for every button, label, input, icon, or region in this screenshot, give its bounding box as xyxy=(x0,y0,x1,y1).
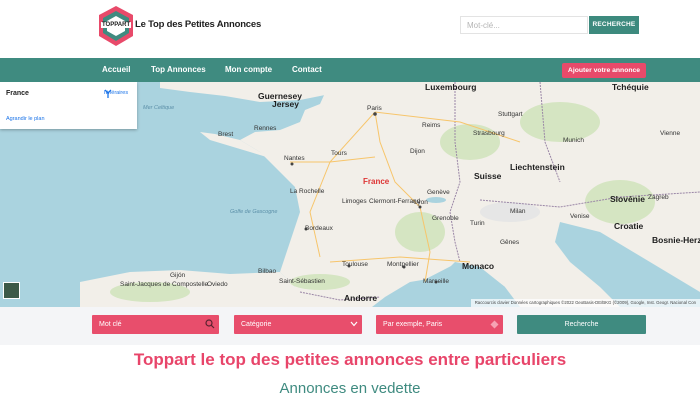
category-placeholder: Catégorie xyxy=(241,321,272,328)
enlarge-map-link[interactable]: Agrandir le plan xyxy=(6,116,45,122)
map-label-nantes: Nantes xyxy=(284,155,305,162)
map-label-toulouse: Toulouse xyxy=(342,261,369,268)
keyword-placeholder: Mot clé xyxy=(99,321,122,328)
map-label-france: France xyxy=(363,177,390,186)
map-label-tours: Tours xyxy=(331,150,347,157)
map-label-reims: Reims xyxy=(422,122,441,129)
page: TOPPART Le Top des Petites Annonces Mot-… xyxy=(0,0,700,400)
map-attribution: Raccourcis clavier Données cartographiqu… xyxy=(470,299,700,307)
nav-item-contact[interactable]: Contact xyxy=(292,65,322,74)
map-label-paris: Paris xyxy=(367,105,382,112)
map-label-milan: Milan xyxy=(510,208,526,215)
logo-badge: TOPPART xyxy=(101,22,132,28)
main-nav: Accueil Top Annonces Mon compte Contact … xyxy=(0,58,700,82)
search-submit-button[interactable]: Recherche xyxy=(517,315,646,334)
map-label-mer-celtique: Mer Celtique xyxy=(143,105,175,111)
map-label-gijon: Gijón xyxy=(170,272,186,279)
map-label-golfe: Golfe de Gascogne xyxy=(230,209,278,215)
map-label-bosnie: Bosnie-Herz xyxy=(652,235,700,245)
nav-item-accueil[interactable]: Accueil xyxy=(102,65,130,74)
map-label-montpellier: Montpellier xyxy=(387,261,419,268)
map-label-jersey: Jersey xyxy=(272,99,299,109)
map-label-limoges: Limoges xyxy=(342,198,367,205)
directions-button[interactable]: Itinéraires xyxy=(103,89,129,98)
map-label-andorre: Andorre xyxy=(344,293,378,303)
map-label-la-rochelle: La Rochelle xyxy=(290,188,325,195)
chevron-down-icon xyxy=(350,321,358,327)
logo-text: Le Top des Petites Annonces xyxy=(135,19,262,30)
map-label-monaco: Monaco xyxy=(462,261,495,271)
map-label-bilbao: Bilbao xyxy=(258,268,277,275)
map-label-santiago: Saint-Jacques de Compostelle xyxy=(120,281,209,288)
map-info-card: France Itinéraires Agrandir le plan xyxy=(0,82,137,129)
search-icon xyxy=(205,319,215,329)
header-search-button[interactable]: RECHERCHE xyxy=(589,16,639,34)
map-label-geneve: Genève xyxy=(427,189,450,196)
map-label-croatie: Croatie xyxy=(614,221,644,231)
satellite-toggle[interactable] xyxy=(3,282,20,299)
map-label-san-sebastian: Saint-Sébastien xyxy=(279,278,325,285)
nav-item-mon-compte[interactable]: Mon compte xyxy=(225,65,272,74)
map-label-stuttgart: Stuttgart xyxy=(498,111,523,118)
map-label-lyon: Lyon xyxy=(414,199,428,206)
map-label-liechtenstein: Liechtenstein xyxy=(510,162,565,172)
location-placeholder: Par exemple, Paris xyxy=(383,321,443,328)
map-label-tcheque: Tchéquie xyxy=(612,82,649,92)
nav-item-top-annonces[interactable]: Top Annonces xyxy=(151,65,206,74)
map-embed[interactable]: Mer Celtique Guernesey Jersey Paris Luxe… xyxy=(0,82,700,307)
map-label-grenoble: Grenoble xyxy=(432,215,459,222)
map-label-marseille: Marseille xyxy=(423,278,450,285)
map-label-turin: Turin xyxy=(470,220,485,227)
add-listing-button[interactable]: Ajouter votre annonce xyxy=(562,63,646,78)
featured-heading: Annonces en vedette xyxy=(279,380,421,397)
page-title: Toppart le top des petites annonces entr… xyxy=(133,350,567,369)
map-label-genes: Gênes xyxy=(500,239,520,246)
keyword-input[interactable]: Mot clé xyxy=(92,315,219,334)
map-label-zagreb: Zagreb xyxy=(648,194,669,201)
site-logo[interactable]: TOPPART Le Top des Petites Annonces xyxy=(98,5,261,47)
map-label-munich: Munich xyxy=(563,137,584,144)
map-label-oviedo: Oviedo xyxy=(207,281,228,288)
map-label-dijon: Dijon xyxy=(410,148,425,155)
map-label-slovenie: Slovénie xyxy=(610,194,645,204)
category-select[interactable]: Catégorie xyxy=(234,315,362,334)
map-label-bordeaux: Bordeaux xyxy=(305,225,333,232)
map-label-brest: Brest xyxy=(218,131,234,138)
map-info-title: France xyxy=(6,90,29,97)
directions-icon xyxy=(104,89,112,98)
map-label-strasbourg: Strasbourg xyxy=(473,130,505,137)
map-label-clermont: Clermont-Ferrand xyxy=(369,198,421,205)
site-header: TOPPART Le Top des Petites Annonces Mot-… xyxy=(0,0,700,58)
search-bar: Mot clé Catégorie Par exemple, Paris Rec… xyxy=(0,307,700,345)
map-label-rennes: Rennes xyxy=(254,125,277,132)
map-label-vienne: Vienne xyxy=(660,130,681,137)
header-search-input[interactable]: Mot-clé... xyxy=(460,16,588,34)
locate-icon xyxy=(490,320,499,329)
map-label-venise: Venise xyxy=(570,213,590,220)
map-label-suisse: Suisse xyxy=(474,171,502,181)
location-input[interactable]: Par exemple, Paris xyxy=(376,315,503,334)
map-label-luxembourg: Luxembourg xyxy=(425,82,477,92)
